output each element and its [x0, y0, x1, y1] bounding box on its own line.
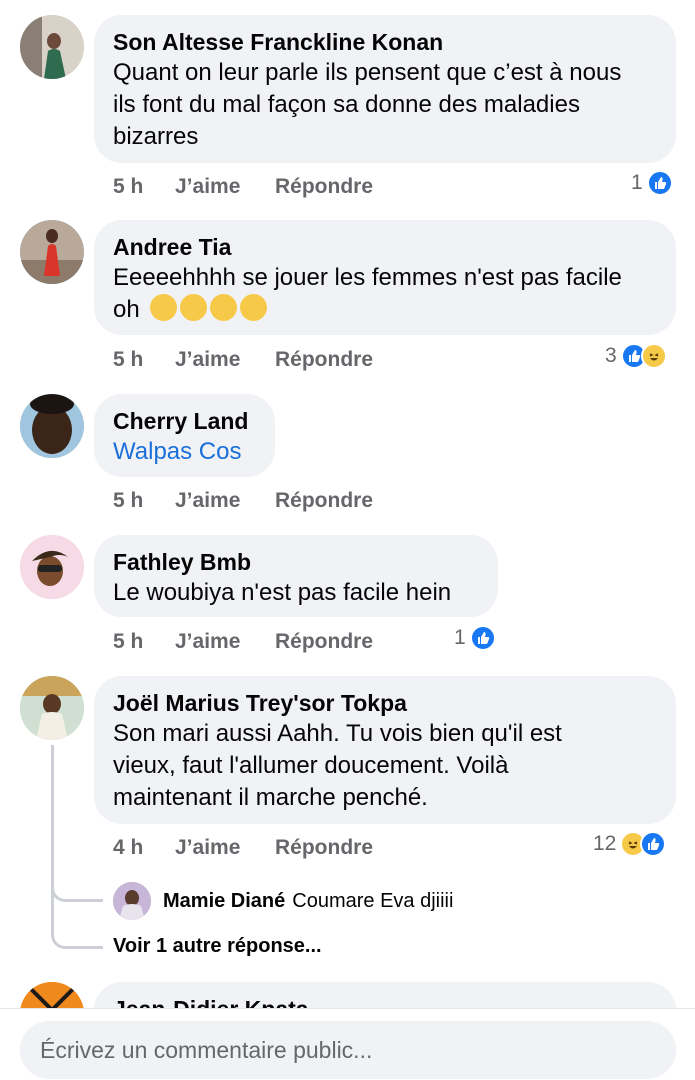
timestamp[interactable]: 5 h: [113, 489, 175, 513]
comment-input[interactable]: [40, 1036, 656, 1064]
thumbs-up-icon: [646, 170, 673, 196]
comment-text-line: maintenant il marche penché.: [113, 784, 428, 811]
avatar[interactable]: [20, 220, 84, 284]
comment-author[interactable]: Son Altesse Franckline Konan: [113, 27, 656, 57]
reaction-count: 3: [605, 344, 617, 367]
reply-avatar[interactable]: [113, 882, 151, 920]
laughing-emoji-icon: [180, 294, 208, 321]
thumbs-up-icon: [640, 831, 667, 857]
comment-author[interactable]: Andree Tia: [113, 232, 656, 262]
reply-button[interactable]: Répondre: [275, 489, 373, 513]
comment-composer[interactable]: [20, 1021, 676, 1079]
comment-text-line: Eeeeehhhh se jouer les femmes n'est pas …: [113, 264, 622, 291]
laughing-emoji-icon: [210, 294, 238, 321]
comment-text-line: bizarres: [113, 123, 199, 150]
comment-bubble[interactable]: Son Altesse Franckline Konan Quant on le…: [94, 15, 676, 163]
reaction-count: 12: [593, 832, 617, 855]
laughing-face-icon: [640, 343, 667, 369]
comment-text-line: oh: [113, 294, 656, 326]
timestamp[interactable]: 5 h: [113, 175, 175, 199]
avatar[interactable]: [20, 535, 84, 599]
comment-bubble[interactable]: Joël Marius Trey'sor Tokpa Son mari auss…: [94, 676, 676, 824]
comment-text-line: ils font du mal façon sa donne des malad…: [113, 91, 580, 118]
comment-actions: 4 h J’aime Répondre: [113, 836, 373, 860]
comment-bubble[interactable]: Andree Tia Eeeeehhhh se jouer les femmes…: [94, 220, 676, 335]
reply-button[interactable]: Répondre: [275, 175, 373, 199]
comment-text-line: Quant on leur parle ils pensent que c’es…: [113, 59, 622, 86]
comment-actions: 5 h J’aime Répondre: [113, 489, 373, 513]
reply-button[interactable]: Répondre: [275, 630, 373, 654]
thread-connector: [51, 860, 103, 902]
like-button[interactable]: J’aime: [175, 348, 275, 372]
reaction-summary[interactable]: 3: [605, 343, 667, 369]
timestamp[interactable]: 5 h: [113, 630, 175, 654]
comment-author[interactable]: Fathley Bmb: [113, 547, 478, 577]
like-button[interactable]: J’aime: [175, 175, 275, 199]
thumbs-up-icon: [469, 625, 496, 651]
reply-button[interactable]: Répondre: [275, 836, 373, 860]
comment-composer-bar: [0, 1008, 695, 1080]
reply-preview[interactable]: Mamie Diané Coumare Eva djiiii: [113, 882, 453, 920]
thread-connector: [51, 905, 103, 949]
comment-text-line: Le woubiya n'est pas facile hein: [113, 579, 452, 606]
comment-author[interactable]: Cherry Land: [113, 406, 255, 436]
reaction-summary[interactable]: 12: [593, 831, 667, 857]
reaction-count: 1: [454, 626, 466, 649]
like-button[interactable]: J’aime: [175, 489, 275, 513]
avatar[interactable]: [20, 676, 84, 740]
comment-text-line: vieux, faut l'allumer doucement. Voilà: [113, 752, 509, 779]
comment-actions: 5 h J’aime Répondre: [113, 630, 373, 654]
like-button[interactable]: J’aime: [175, 836, 275, 860]
reaction-count: 1: [631, 171, 643, 194]
like-button[interactable]: J’aime: [175, 630, 275, 654]
reply-author[interactable]: Mamie Diané: [163, 890, 285, 913]
timestamp[interactable]: 4 h: [113, 836, 175, 860]
laughing-emoji-icon: [150, 294, 178, 321]
comment-bubble[interactable]: Fathley Bmb Le woubiya n'est pas facile …: [94, 535, 498, 617]
reaction-summary[interactable]: 1: [631, 170, 673, 196]
timestamp[interactable]: 5 h: [113, 348, 175, 372]
comment-text-line: Son mari aussi Aahh. Tu vois bien qu'il …: [113, 720, 562, 747]
comment-author[interactable]: Joël Marius Trey'sor Tokpa: [113, 688, 656, 718]
avatar[interactable]: [20, 394, 84, 458]
reaction-summary[interactable]: 1: [454, 625, 496, 651]
comment-bubble[interactable]: Cherry Land Walpas Cos: [94, 394, 275, 477]
view-more-replies-link[interactable]: Voir 1 autre réponse...: [113, 935, 322, 958]
comment-actions: 5 h J’aime Répondre: [113, 348, 373, 372]
reply-button[interactable]: Répondre: [275, 348, 373, 372]
laughing-emoji-icon: [240, 294, 268, 321]
reply-text: Coumare Eva djiiii: [292, 889, 454, 912]
tagged-user-link[interactable]: Walpas Cos: [113, 436, 255, 468]
comment-actions: 5 h J’aime Répondre: [113, 175, 373, 199]
avatar[interactable]: [20, 15, 84, 79]
